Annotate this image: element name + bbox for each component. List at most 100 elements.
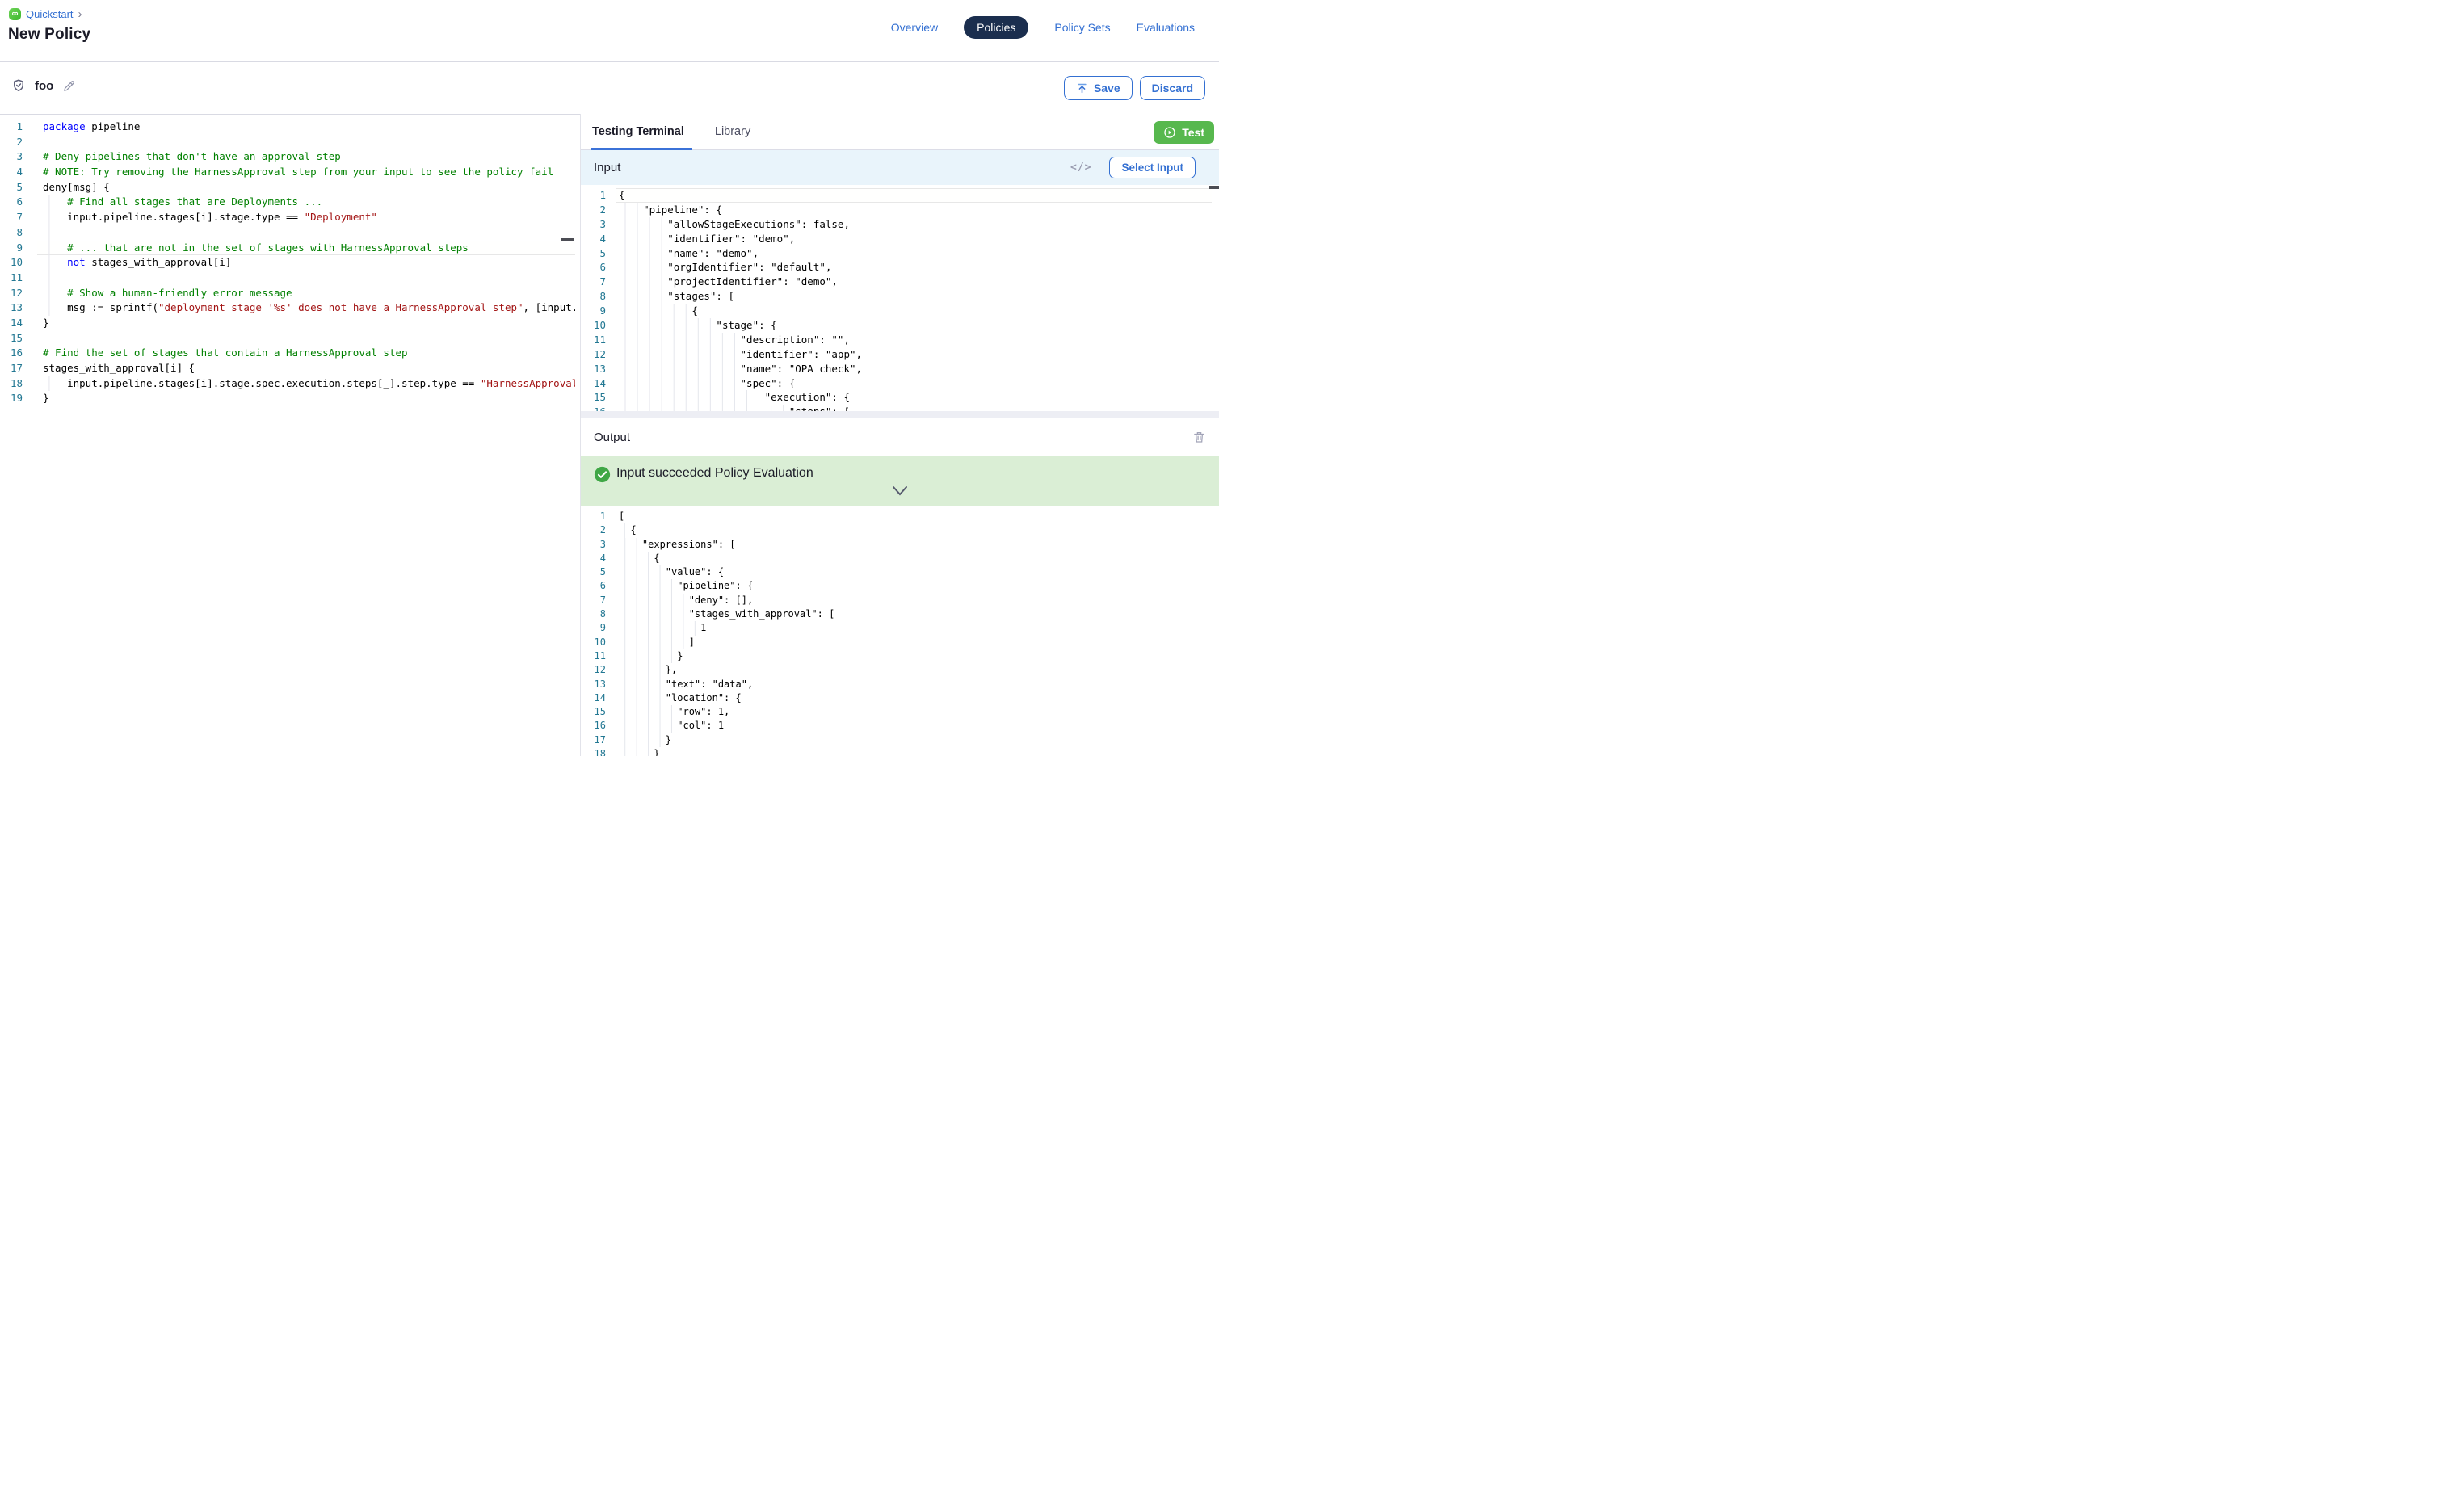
page-title: New Policy: [8, 26, 90, 44]
code-line[interactable]: 15 "execution": {: [581, 390, 1219, 405]
code-line[interactable]: 15 "row": 1,: [581, 705, 1219, 719]
line-number: 10: [581, 318, 606, 333]
line-number: 4: [581, 232, 606, 246]
code-toggle-icon[interactable]: </>: [1070, 162, 1091, 174]
code-line[interactable]: 7 "projectIdentifier": "demo",: [581, 275, 1219, 289]
policy-code-editor[interactable]: 1package pipeline23# Deny pipelines that…: [0, 115, 579, 756]
line-number: 5: [581, 246, 606, 261]
code-line[interactable]: 7 input.pipeline.stages[i].stage.type ==…: [0, 210, 579, 225]
line-number: 3: [581, 538, 606, 552]
line-number: 9: [0, 241, 23, 256]
code-line[interactable]: 5 "value": {: [581, 565, 1219, 579]
trash-icon[interactable]: [1192, 430, 1206, 444]
code-line[interactable]: 14 "spec": {: [581, 376, 1219, 391]
test-button[interactable]: Test: [1154, 121, 1214, 144]
tab-overview[interactable]: Overview: [891, 21, 938, 34]
code-line[interactable]: 18 input.pipeline.stages[i].stage.spec.e…: [0, 376, 579, 392]
code-line[interactable]: 13 "name": "OPA check",: [581, 362, 1219, 376]
code-line[interactable]: 15: [0, 331, 579, 346]
code-line[interactable]: 3# Deny pipelines that don't have an app…: [0, 149, 579, 165]
code-line[interactable]: 8 "stages": [: [581, 289, 1219, 304]
code-line[interactable]: 3 "allowStageExecutions": false,: [581, 217, 1219, 232]
tab-policies-active[interactable]: Policies: [964, 16, 1028, 39]
code-line[interactable]: 12 "identifier": "app",: [581, 347, 1219, 362]
line-number: 7: [0, 210, 23, 225]
line-number: 13: [0, 300, 23, 316]
play-circle-icon: [1163, 126, 1176, 139]
code-line[interactable]: 14 "location": {: [581, 691, 1219, 705]
edit-pencil-icon[interactable]: [62, 79, 76, 93]
code-line[interactable]: 12 # Show a human-friendly error message: [0, 286, 579, 301]
chevron-down-icon[interactable]: [890, 485, 910, 501]
input-json-editor[interactable]: 1{2 "pipeline": {3 "allowStageExecutions…: [581, 185, 1219, 419]
line-number: 15: [581, 705, 606, 719]
breadcrumb-project-link[interactable]: Quickstart: [26, 8, 74, 20]
code-line[interactable]: 3 "expressions": [: [581, 538, 1219, 552]
line-number: 15: [581, 390, 606, 405]
code-line[interactable]: 17 }: [581, 733, 1219, 747]
code-line[interactable]: 11: [0, 271, 579, 286]
code-line[interactable]: 4 "identifier": "demo",: [581, 232, 1219, 246]
code-line[interactable]: 6 "pipeline": {: [581, 579, 1219, 593]
tab-policy-sets[interactable]: Policy Sets: [1054, 21, 1110, 34]
line-number: 2: [581, 203, 606, 217]
code-line[interactable]: 16# Find the set of stages that contain …: [0, 346, 579, 361]
code-line[interactable]: 5deny[msg] {: [0, 180, 579, 195]
code-line[interactable]: 12 },: [581, 663, 1219, 677]
code-line[interactable]: 14}: [0, 316, 579, 331]
discard-button[interactable]: Discard: [1140, 76, 1205, 100]
line-number: 6: [581, 260, 606, 275]
code-line[interactable]: 1[: [581, 510, 1219, 523]
save-button[interactable]: Save: [1064, 76, 1133, 100]
code-line[interactable]: 11 }: [581, 649, 1219, 663]
code-line[interactable]: 2: [0, 135, 579, 150]
code-line[interactable]: 17stages_with_approval[i] {: [0, 361, 579, 376]
tab-evaluations[interactable]: Evaluations: [1137, 21, 1195, 34]
code-line[interactable]: 1{: [581, 188, 1219, 203]
code-line[interactable]: 7 "deny": [],: [581, 594, 1219, 607]
terminal-tabbar: Testing Terminal Library: [581, 114, 1219, 150]
code-line[interactable]: 5 "name": "demo",: [581, 246, 1219, 261]
line-number: 8: [581, 289, 606, 304]
tab-library[interactable]: Library: [715, 114, 750, 150]
code-line[interactable]: 8: [0, 225, 579, 241]
code-line[interactable]: 2 "pipeline": {: [581, 203, 1219, 217]
shield-check-icon: [11, 78, 26, 93]
code-line[interactable]: 9 {: [581, 304, 1219, 318]
code-line[interactable]: 8 "stages_with_approval": [: [581, 607, 1219, 621]
code-line[interactable]: 13 msg := sprintf("deployment stage '%s'…: [0, 300, 579, 316]
breadcrumb: ∞ Quickstart ›: [9, 8, 82, 20]
policy-editor-page: ∞ Quickstart › New Policy Overview Polic…: [0, 0, 1219, 756]
code-line[interactable]: 10 "stage": {: [581, 318, 1219, 333]
input-section-header: Input </> Select Input: [581, 150, 1219, 185]
code-line[interactable]: 18 }: [581, 747, 1219, 756]
code-line[interactable]: 19}: [0, 391, 579, 406]
policy-name: foo: [35, 79, 53, 93]
line-number: 13: [581, 678, 606, 691]
code-line[interactable]: 2 {: [581, 523, 1219, 537]
code-line[interactable]: 10 not stages_with_approval[i]: [0, 255, 579, 271]
code-line[interactable]: 4 {: [581, 552, 1219, 565]
line-number: 18: [581, 747, 606, 756]
code-line[interactable]: 4# NOTE: Try removing the HarnessApprova…: [0, 165, 579, 180]
line-number: 4: [581, 552, 606, 565]
code-line[interactable]: 11 "description": "",: [581, 333, 1219, 347]
horizontal-scrollbar[interactable]: [581, 411, 1219, 418]
line-number: 19: [0, 391, 23, 406]
line-number: 11: [581, 649, 606, 663]
top-nav: Overview Policies Policy Sets Evaluation…: [891, 16, 1195, 39]
select-input-button[interactable]: Select Input: [1109, 157, 1196, 178]
code-line[interactable]: 10 ]: [581, 636, 1219, 649]
code-line[interactable]: 6 "orgIdentifier": "default",: [581, 260, 1219, 275]
code-line[interactable]: 13 "text": "data",: [581, 678, 1219, 691]
code-line[interactable]: 6 # Find all stages that are Deployments…: [0, 195, 579, 210]
line-number: 6: [0, 195, 23, 210]
line-number: 10: [0, 255, 23, 271]
code-line[interactable]: 9 # ... that are not in the set of stage…: [0, 241, 579, 256]
code-line[interactable]: 9 1: [581, 621, 1219, 635]
output-json-editor[interactable]: 1[2 {3 "expressions": [4 {5 "value": {6 …: [581, 506, 1219, 756]
line-number: 1: [581, 510, 606, 523]
code-line[interactable]: 16 "col": 1: [581, 719, 1219, 733]
code-line[interactable]: 1package pipeline: [0, 120, 579, 135]
tab-testing-terminal[interactable]: Testing Terminal: [592, 114, 684, 150]
